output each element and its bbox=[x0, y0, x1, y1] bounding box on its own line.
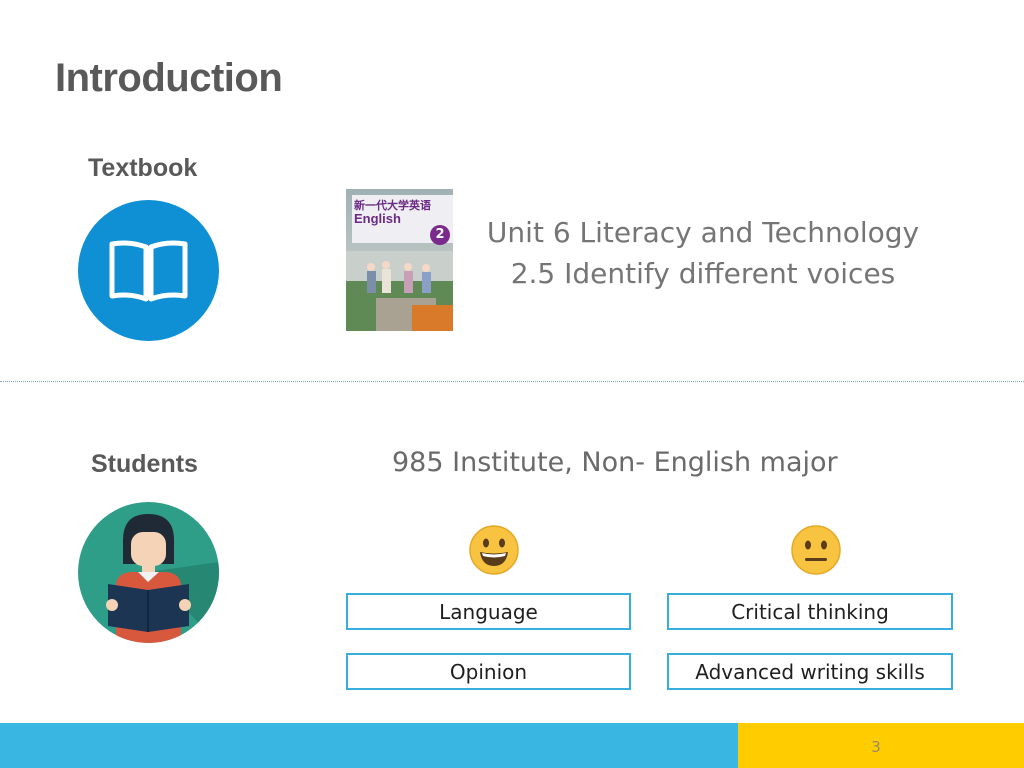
students-label: Students bbox=[91, 450, 198, 478]
neutral-face-icon bbox=[790, 524, 842, 576]
footer-bar-blue bbox=[0, 723, 738, 768]
weakness-critical-thinking-box: Critical thinking bbox=[667, 593, 953, 630]
strength-opinion-box: Opinion bbox=[346, 653, 631, 690]
open-book-icon bbox=[78, 200, 219, 341]
cover-volume-badge: 2 bbox=[430, 225, 450, 245]
cover-photo-illustration bbox=[346, 251, 453, 331]
slide-title: Introduction bbox=[55, 56, 283, 100]
textbook-label: Textbook bbox=[88, 154, 198, 182]
cover-title-en: English bbox=[354, 211, 401, 226]
page-number: 3 bbox=[871, 738, 881, 756]
unit-subtitle: 2.5 Identify different voices bbox=[510, 257, 896, 290]
students-profile: 985 Institute, Non- English major bbox=[392, 447, 838, 478]
section-divider bbox=[0, 381, 1024, 382]
weakness-advanced-writing-box: Advanced writing skills bbox=[667, 653, 953, 690]
strength-language-box: Language bbox=[346, 593, 631, 630]
textbook-cover: 新一代大学英语 English 2 bbox=[346, 189, 453, 331]
unit-title: Unit 6 Literacy and Technology bbox=[486, 216, 920, 249]
reading-student-icon bbox=[78, 502, 219, 643]
grinning-face-icon bbox=[468, 524, 520, 576]
